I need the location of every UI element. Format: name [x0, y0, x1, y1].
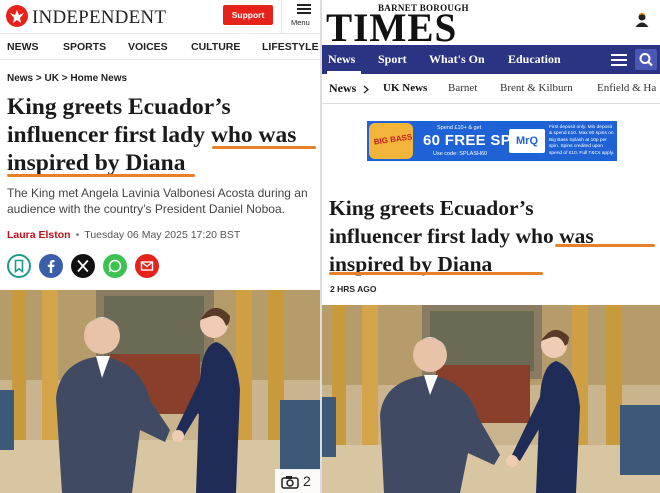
independent-wordmark[interactable]: INDEPENDENT	[32, 7, 166, 29]
user-account-icon[interactable]	[632, 10, 652, 30]
headline-line-1: King greets Ecuador’s	[329, 196, 534, 220]
times-article-panel: BARNET BOROUGH TIMES News Sport What's O…	[322, 0, 660, 493]
highlight-underline	[329, 272, 543, 275]
search-icon	[639, 53, 653, 67]
subnav-item-enfield[interactable]: Enfield & Ha	[597, 82, 656, 94]
independent-article-panel: INDEPENDENT Support Now Menu NEWS SPORTS…	[0, 0, 322, 493]
nav-item-sports[interactable]: SPORTS	[63, 41, 106, 53]
article-headline: King greets Ecuador’s influencer first l…	[7, 93, 319, 177]
highlight-underline	[212, 146, 316, 149]
photo-gallery-count[interactable]: 2	[275, 469, 321, 493]
advert-logo-text: BIG BASS	[373, 132, 413, 147]
search-button[interactable]	[635, 49, 657, 70]
headline-line-2a: influencer first lady	[7, 122, 211, 148]
times-header: BARNET BOROUGH TIMES	[322, 0, 660, 48]
subnav-item-brent-kilburn[interactable]: Brent & Kilburn	[500, 82, 573, 94]
king-and-first-lady-photo	[322, 305, 660, 493]
advert-brand: MrQ	[509, 129, 545, 153]
sub-nav: News UK News Barnet Brent & Kilburn Enfi…	[322, 74, 660, 104]
camera-icon	[281, 476, 299, 489]
nav-item-education[interactable]: Education	[508, 52, 561, 67]
nav-item-news[interactable]: NEWS	[7, 41, 39, 53]
hamburger-icon[interactable]	[611, 54, 627, 66]
headline-line-1: King greets Ecuador’s	[7, 94, 231, 120]
headline-line-2a: influencer first lady	[329, 224, 516, 248]
x-icon[interactable]	[71, 254, 95, 278]
article-headline: King greets Ecuador’s influencer first l…	[329, 194, 659, 278]
subnav-item-news[interactable]: News	[329, 81, 356, 96]
king-and-first-lady-photo	[0, 290, 322, 493]
breadcrumb[interactable]: News > UK > Home News	[7, 73, 127, 84]
email-icon[interactable]	[135, 254, 159, 278]
author-link[interactable]: Laura Elston	[7, 229, 71, 241]
advert-fine-print: First deposit only. Min deposit & spend …	[549, 125, 615, 156]
advert-offer-top: Spend £10+ & get	[437, 125, 482, 131]
article-photo[interactable]	[322, 305, 660, 493]
advert-game-logo: BIG BASS	[369, 123, 413, 159]
article-photo[interactable]	[0, 290, 322, 493]
main-nav: News Sport What's On Education	[322, 45, 660, 74]
whatsapp-icon[interactable]	[103, 254, 127, 278]
nav-item-whats-on[interactable]: What's On	[429, 52, 485, 67]
highlight-underline	[555, 244, 655, 247]
nav-item-news[interactable]: News	[328, 52, 355, 67]
bookmark-icon[interactable]	[7, 254, 31, 278]
article-standfirst: The King met Angela Lavinia Valbonesi Ac…	[7, 186, 308, 216]
menu-label: Menu	[291, 18, 310, 27]
facebook-icon[interactable]	[39, 254, 63, 278]
subnav-item-barnet[interactable]: Barnet	[448, 82, 477, 94]
time-ago: 2 HRS AGO	[330, 284, 377, 294]
headline-line-2b: who was	[210, 122, 297, 148]
nav-item-voices[interactable]: VOICES	[128, 41, 168, 53]
publish-date: Tuesday 06 May 2025 17:20 BST	[84, 229, 241, 241]
advert-code: Use code: SPLASH60	[433, 151, 488, 157]
section-nav: NEWS SPORTS VOICES CULTURE LIFESTYLE	[0, 34, 322, 60]
times-wordmark[interactable]: TIMES	[326, 8, 457, 48]
byline: Laura Elston • Tuesday 06 May 2025 17:20 B…	[7, 229, 241, 241]
independent-header: INDEPENDENT Support Now Menu	[0, 0, 322, 40]
support-now-button[interactable]: Support Now	[223, 5, 273, 40]
nav-item-sport[interactable]: Sport	[378, 52, 407, 67]
subnav-item-uk-news[interactable]: UK News	[383, 82, 427, 94]
nav-item-culture[interactable]: CULTURE	[191, 41, 240, 53]
headline-line-3: inspired by Diana	[7, 150, 186, 176]
highlight-underline	[7, 174, 195, 177]
hamburger-icon	[297, 4, 311, 14]
chevron-right-icon	[363, 85, 369, 94]
photo-count-value: 2	[303, 473, 311, 489]
menu-button[interactable]: Menu	[281, 0, 322, 34]
eagle-logo-icon[interactable]	[6, 5, 28, 27]
nav-item-lifestyle[interactable]: LIFESTYLE	[262, 41, 319, 53]
advert-banner[interactable]: BIG BASS Spend £10+ & get 60 FREE SPINS …	[367, 121, 617, 161]
